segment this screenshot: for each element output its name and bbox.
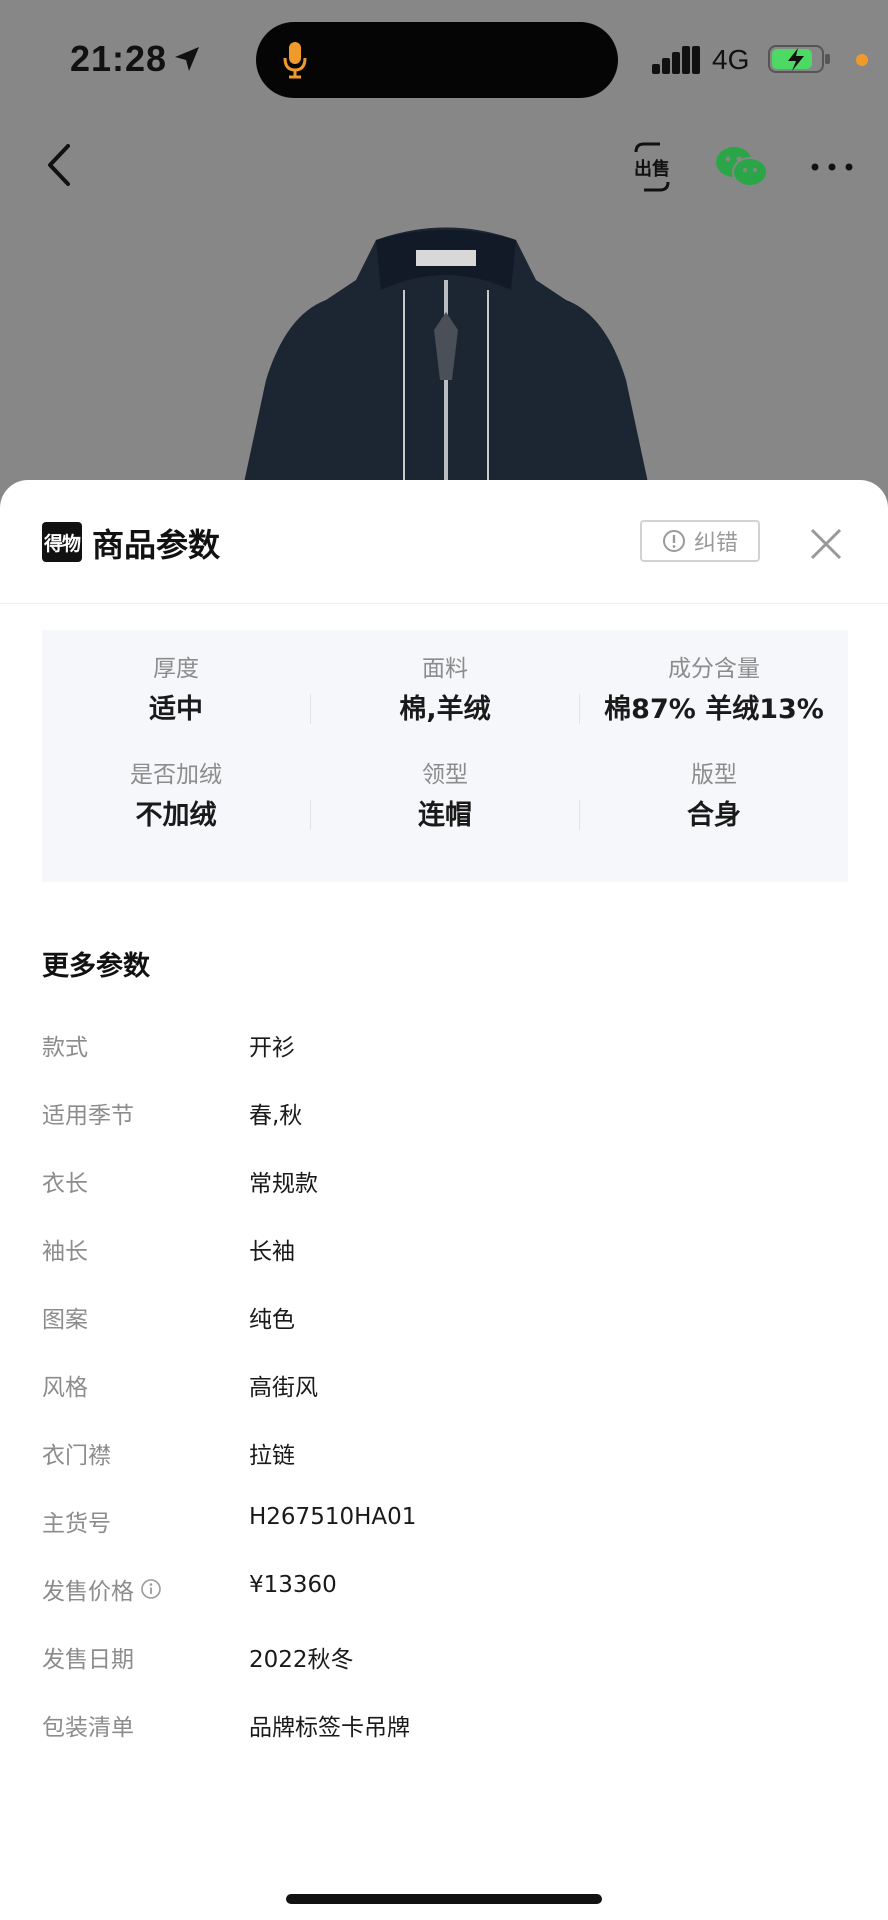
list-item: 图案 纯色 xyxy=(42,1286,848,1354)
param-label: 领型 xyxy=(422,762,468,788)
param-key: 包装清单 xyxy=(42,1715,134,1741)
more-params-list: 款式 开衫 适用季节 春,秋 衣长 常规款 袖长 长袖 图案 纯色 风格 高街风 xyxy=(42,1014,848,1762)
status-time: 21:28 xyxy=(70,38,168,79)
param-value: 棉,羊绒 xyxy=(399,694,491,725)
screen: 21:28 4G 出售 得物 商品参数 纠错 厚度 适中 面料 棉,羊绒 成分含… xyxy=(0,0,888,1920)
list-item: 发售价格 ¥13360 xyxy=(42,1558,848,1626)
param-key-with-info: 发售价格 xyxy=(42,1572,162,1606)
location-arrow-icon xyxy=(175,47,199,71)
param-key: 衣长 xyxy=(42,1171,88,1197)
key-param-fleece: 是否加绒 不加绒 xyxy=(42,760,310,834)
param-value: 拉链 xyxy=(249,1443,295,1469)
param-key: 袖长 xyxy=(42,1239,88,1265)
param-value: 棉87% 羊绒13% xyxy=(604,694,824,725)
param-label: 成分含量 xyxy=(668,656,760,682)
alert-circle-icon xyxy=(662,530,685,552)
list-item: 风格 高街风 xyxy=(42,1354,848,1422)
microphone-icon xyxy=(283,42,307,79)
param-label: 是否加绒 xyxy=(130,762,222,788)
param-label: 面料 xyxy=(422,656,468,682)
param-value: 适中 xyxy=(149,694,203,725)
param-value: 连帽 xyxy=(418,800,472,831)
param-value: 品牌标签卡吊牌 xyxy=(249,1715,410,1741)
param-value: 纯色 xyxy=(249,1307,295,1333)
more-params-title: 更多参数 xyxy=(42,951,150,982)
list-item: 发售日期 2022秋冬 xyxy=(42,1626,848,1694)
param-value: 2022秋冬 xyxy=(249,1647,354,1673)
sell-label: 出售 xyxy=(634,158,670,180)
privacy-indicator-dot xyxy=(856,54,868,66)
param-value: 不加绒 xyxy=(135,800,217,831)
param-key: 风格 xyxy=(42,1375,88,1401)
wechat-icon[interactable] xyxy=(714,144,770,190)
param-key: 主货号 xyxy=(42,1511,111,1537)
param-key: 图案 xyxy=(42,1307,88,1333)
report-error-button[interactable]: 纠错 xyxy=(640,520,760,562)
sheet-header: 得物 商品参数 纠错 xyxy=(0,480,888,604)
param-value: 长袖 xyxy=(249,1239,295,1265)
hoodie-product-image xyxy=(236,227,656,520)
param-value: 开衫 xyxy=(249,1035,295,1061)
param-key: 款式 xyxy=(42,1035,88,1061)
divider xyxy=(579,800,580,830)
product-params-sheet: 得物 商品参数 纠错 厚度 适中 面料 棉,羊绒 成分含量 棉87% 羊绒13%… xyxy=(0,480,888,1920)
status-bar: 21:28 4G xyxy=(0,22,888,100)
divider xyxy=(310,800,311,830)
divider xyxy=(579,694,580,724)
param-value: 高街风 xyxy=(249,1375,318,1401)
key-param-thickness: 厚度 适中 xyxy=(42,654,310,728)
battery-charging-icon xyxy=(768,45,830,73)
param-label: 版型 xyxy=(691,762,737,788)
param-value: H267510HA01 xyxy=(249,1504,417,1530)
list-item: 款式 开衫 xyxy=(42,1014,848,1082)
divider xyxy=(310,694,311,724)
chevron-left-icon[interactable] xyxy=(40,140,80,190)
key-param-collar: 领型 连帽 xyxy=(311,760,579,834)
key-params-card: 厚度 适中 面料 棉,羊绒 成分含量 棉87% 羊绒13% 是否加绒 不加绒 领… xyxy=(42,630,848,882)
key-param-composition: 成分含量 棉87% 羊绒13% xyxy=(580,654,848,728)
list-item: 适用季节 春,秋 xyxy=(42,1082,848,1150)
report-error-label: 纠错 xyxy=(693,531,738,556)
key-param-fit: 版型 合身 xyxy=(580,760,848,834)
signal-icon xyxy=(652,46,700,74)
key-param-fabric: 面料 棉,羊绒 xyxy=(311,654,579,728)
param-value: ¥13360 xyxy=(249,1572,337,1598)
list-item: 衣门襟 拉链 xyxy=(42,1422,848,1490)
brand-logo: 得物 xyxy=(42,522,82,562)
list-item: 包装清单 品牌标签卡吊牌 xyxy=(42,1694,848,1762)
sell-button[interactable]: 出售 xyxy=(628,140,676,194)
param-key: 衣门襟 xyxy=(42,1443,111,1469)
param-key: 发售日期 xyxy=(42,1647,134,1673)
list-item: 衣长 常规款 xyxy=(42,1150,848,1218)
more-dots-icon[interactable] xyxy=(810,160,854,174)
param-label: 厚度 xyxy=(153,656,199,682)
list-item: 袖长 长袖 xyxy=(42,1218,848,1286)
network-type: 4G xyxy=(712,44,750,75)
param-key-label: 发售价格 xyxy=(42,1579,134,1605)
home-indicator[interactable] xyxy=(286,1894,602,1904)
param-value: 春,秋 xyxy=(249,1103,303,1129)
param-key: 适用季节 xyxy=(42,1103,134,1129)
close-icon[interactable] xyxy=(806,524,846,564)
info-icon[interactable] xyxy=(140,1578,162,1600)
list-item: 主货号 H267510HA01 xyxy=(42,1490,848,1558)
sheet-title: 商品参数 xyxy=(92,526,221,564)
dynamic-island xyxy=(256,22,618,98)
param-value: 常规款 xyxy=(249,1171,318,1197)
param-value: 合身 xyxy=(687,800,741,831)
